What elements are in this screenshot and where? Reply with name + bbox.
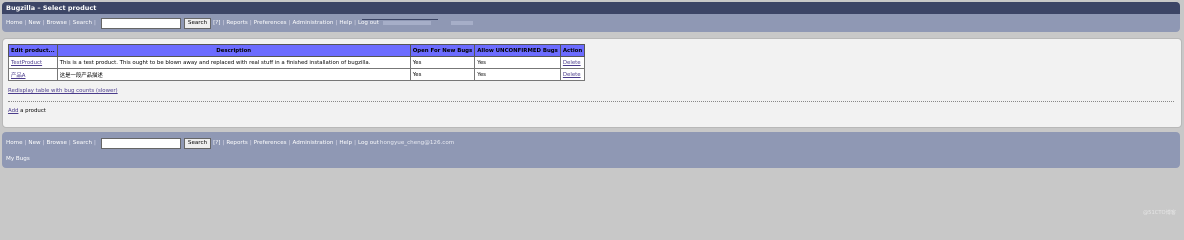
search-help-link[interactable]: [?] bbox=[213, 20, 220, 26]
nav-administration-link[interactable]: Administration bbox=[293, 20, 334, 26]
nav-home-link[interactable]: Home bbox=[6, 20, 23, 26]
main-content: Edit product... Description Open For New… bbox=[2, 38, 1182, 128]
allow-unconfirmed-cell: Yes bbox=[474, 68, 561, 81]
nav-new-link[interactable]: New bbox=[28, 20, 40, 26]
action-cell: Delete bbox=[559, 68, 586, 81]
footer-bar: Home | New | Browse | Search | Search [?… bbox=[2, 132, 1180, 168]
product-link[interactable]: TestProduct bbox=[11, 60, 42, 66]
product-cell: 产品A bbox=[8, 68, 58, 81]
description-cell: 这是一段产品描述 bbox=[56, 68, 411, 81]
product-cell: TestProduct bbox=[8, 56, 58, 69]
nav-browse-link[interactable]: Browse bbox=[47, 140, 67, 146]
column-header[interactable]: Open For New Bugs bbox=[409, 44, 476, 57]
nav-administration-link[interactable]: Administration bbox=[293, 140, 334, 146]
search-button[interactable]: Search bbox=[183, 17, 212, 29]
action-cell: Delete bbox=[559, 56, 586, 69]
product-table: Edit product... Description Open For New… bbox=[8, 44, 586, 81]
top-nav: Home | New | Browse | Search | Search [?… bbox=[2, 14, 1180, 32]
nav-logout-link[interactable]: Log out bbox=[358, 20, 379, 26]
column-header[interactable]: Description bbox=[56, 44, 411, 57]
watermark: @51CTO博客 bbox=[1142, 210, 1176, 216]
delete-link[interactable]: Delete bbox=[563, 60, 581, 66]
nav-separator: | bbox=[94, 20, 96, 26]
nav-new-link[interactable]: New bbox=[28, 140, 40, 146]
redisplay-row: Redisplay table with bug counts (slower) bbox=[8, 88, 118, 94]
nav-browse-link[interactable]: Browse bbox=[47, 20, 67, 26]
redisplay-with-counts-link[interactable]: Redisplay table with bug counts (slower) bbox=[8, 88, 118, 94]
nav-search-link[interactable]: Search bbox=[73, 20, 92, 26]
page-title: Bugzilla – Select product bbox=[2, 2, 1180, 14]
column-header[interactable]: Allow UNCONFIRMED Bugs bbox=[474, 44, 561, 57]
column-header[interactable]: Action bbox=[559, 44, 586, 57]
redacted-user-block bbox=[450, 21, 473, 25]
header-divider bbox=[362, 19, 438, 20]
table-row: TestProduct This is a test product. This… bbox=[8, 56, 586, 69]
add-product-text: a product bbox=[18, 108, 46, 114]
nav-reports-link[interactable]: Reports bbox=[226, 140, 247, 146]
add-product-row: Add a product bbox=[8, 108, 46, 114]
header-bar: Bugzilla – Select product Home | New | B… bbox=[2, 2, 1180, 32]
bottom-nav: Home | New | Browse | Search | Search [?… bbox=[2, 132, 1180, 154]
column-header[interactable]: Edit product... bbox=[8, 44, 58, 57]
delete-link[interactable]: Delete bbox=[563, 72, 581, 78]
nav-preferences-link[interactable]: Preferences bbox=[254, 20, 287, 26]
saved-searches-row: My Bugs bbox=[2, 154, 1180, 164]
nav-help-link[interactable]: Help bbox=[339, 20, 352, 26]
nav-reports-link[interactable]: Reports bbox=[226, 20, 247, 26]
description-cell: This is a test product. This ought to be… bbox=[56, 56, 411, 69]
nav-preferences-link[interactable]: Preferences bbox=[254, 140, 287, 146]
my-bugs-link[interactable]: My Bugs bbox=[6, 156, 30, 162]
nav-home-link[interactable]: Home bbox=[6, 140, 23, 146]
redacted-user-block bbox=[382, 21, 431, 25]
divider bbox=[8, 101, 1174, 102]
logged-in-user-email: hongyue_cheng@126.com bbox=[379, 140, 455, 146]
allow-unconfirmed-cell: Yes bbox=[474, 56, 561, 69]
nav-logout-link[interactable]: Log out bbox=[358, 140, 379, 146]
search-button[interactable]: Search bbox=[183, 137, 212, 149]
nav-help-link[interactable]: Help bbox=[339, 140, 352, 146]
quick-search-input[interactable] bbox=[100, 137, 181, 149]
search-help-link[interactable]: [?] bbox=[213, 140, 220, 146]
product-link[interactable]: 产品A bbox=[11, 73, 25, 79]
quick-search-input[interactable] bbox=[100, 17, 181, 29]
nav-separator: | bbox=[94, 140, 96, 146]
open-for-bugs-cell: Yes bbox=[409, 68, 476, 81]
table-header-row: Edit product... Description Open For New… bbox=[8, 44, 586, 57]
nav-search-link[interactable]: Search bbox=[73, 140, 92, 146]
table-row: 产品A 这是一段产品描述 Yes Yes Delete bbox=[8, 68, 586, 81]
open-for-bugs-cell: Yes bbox=[409, 56, 476, 69]
add-product-link[interactable]: Add bbox=[8, 108, 18, 114]
